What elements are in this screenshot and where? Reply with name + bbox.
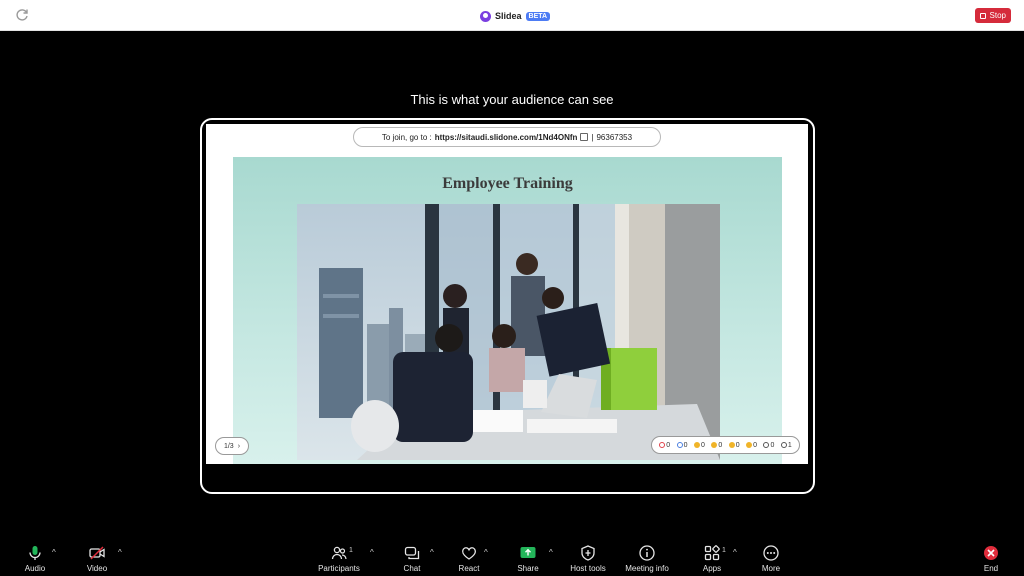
apps-count: 1 xyxy=(722,547,726,554)
microphone-icon xyxy=(29,546,41,560)
join-code: 96367353 xyxy=(596,132,633,142)
beta-badge: BETA xyxy=(525,11,551,21)
top-bar: Slidea BETA Stop xyxy=(0,0,1024,31)
chevron-right-icon[interactable]: › xyxy=(238,443,240,450)
slidea-logo-icon xyxy=(480,10,491,22)
more-button[interactable]: More xyxy=(746,544,796,573)
heart-react-icon xyxy=(462,547,476,560)
reaction-laugh: 0 xyxy=(693,442,705,449)
like-icon xyxy=(676,442,683,448)
heart-icon xyxy=(659,442,666,448)
share-button[interactable]: Share xyxy=(503,544,553,573)
react-options-chevron-up-icon[interactable]: ^ xyxy=(484,548,488,557)
slide: Employee Training xyxy=(233,157,782,464)
video-button[interactable]: Video xyxy=(72,544,122,573)
stop-label: Stop xyxy=(989,11,1006,20)
apps-options-chevron-up-icon[interactable]: ^ xyxy=(733,548,737,557)
reload-icon[interactable] xyxy=(14,7,30,23)
slide-title: Employee Training xyxy=(442,175,573,192)
chat-icon xyxy=(404,546,420,560)
video-options-chevron-up-icon[interactable]: ^ xyxy=(118,548,122,557)
laugh-icon xyxy=(693,442,700,448)
participants-icon xyxy=(331,546,347,560)
video-off-icon xyxy=(89,546,105,560)
share-screen-icon xyxy=(520,547,536,558)
participants-options-chevron-up-icon[interactable]: ^ xyxy=(370,548,374,557)
slide-page-nav[interactable]: 1/3 › xyxy=(215,437,249,455)
reaction-angry: 0 xyxy=(746,442,757,449)
audience-headline: This is what your audience can see xyxy=(410,92,614,107)
audio-options-chevron-up-icon[interactable]: ^ xyxy=(52,548,56,557)
shield-icon xyxy=(581,545,595,561)
slide-photo xyxy=(297,204,720,460)
users-icon xyxy=(780,442,787,448)
brand: Slidea BETA xyxy=(480,8,551,24)
info-icon xyxy=(639,545,655,561)
reaction-heart: 0 xyxy=(659,442,670,449)
participants-button[interactable]: Participants xyxy=(314,544,364,573)
meeting-toolbar: Audio ^ Video ^ Participants 1 ^ Chat ^ xyxy=(0,540,1024,576)
reaction-wow: 0 xyxy=(711,442,722,449)
hand-icon xyxy=(763,442,770,448)
join-url[interactable]: https://sitaudi.slidone.com/1Nd4ONfn xyxy=(435,133,578,142)
apps-button[interactable]: Apps xyxy=(687,544,737,573)
reaction-users: 1 xyxy=(780,442,792,449)
office-team-image xyxy=(297,204,720,460)
more-icon xyxy=(763,545,779,561)
apps-icon xyxy=(704,545,720,561)
clap-icon xyxy=(728,442,735,448)
end-button[interactable]: End xyxy=(966,544,1016,573)
join-separator: | xyxy=(591,132,594,142)
host-tools-button[interactable]: Host tools xyxy=(563,544,613,573)
app-name: Slidea xyxy=(495,11,522,21)
stop-icon xyxy=(979,12,986,19)
reaction-hand: 0 xyxy=(763,442,774,449)
end-call-icon xyxy=(984,546,998,560)
reaction-clap: 0 xyxy=(728,442,740,449)
copy-icon[interactable] xyxy=(580,133,589,141)
reaction-like: 0 xyxy=(676,442,688,449)
join-info: To join, go to : https://sitaudi.slidone… xyxy=(353,127,661,147)
angry-icon xyxy=(746,442,753,448)
wow-icon xyxy=(711,442,718,448)
share-options-chevron-up-icon[interactable]: ^ xyxy=(549,548,553,557)
stop-button[interactable]: Stop xyxy=(974,8,1011,23)
join-prefix: To join, go to : xyxy=(381,132,432,142)
reactions-bar: 0 0 0 0 0 0 0 1 xyxy=(651,436,800,454)
meeting-info-button[interactable]: Meeting info xyxy=(622,544,672,573)
participants-count: 1 xyxy=(349,547,353,554)
chat-options-chevron-up-icon[interactable]: ^ xyxy=(430,548,434,557)
slide-page-number: 1/3 xyxy=(223,442,234,450)
